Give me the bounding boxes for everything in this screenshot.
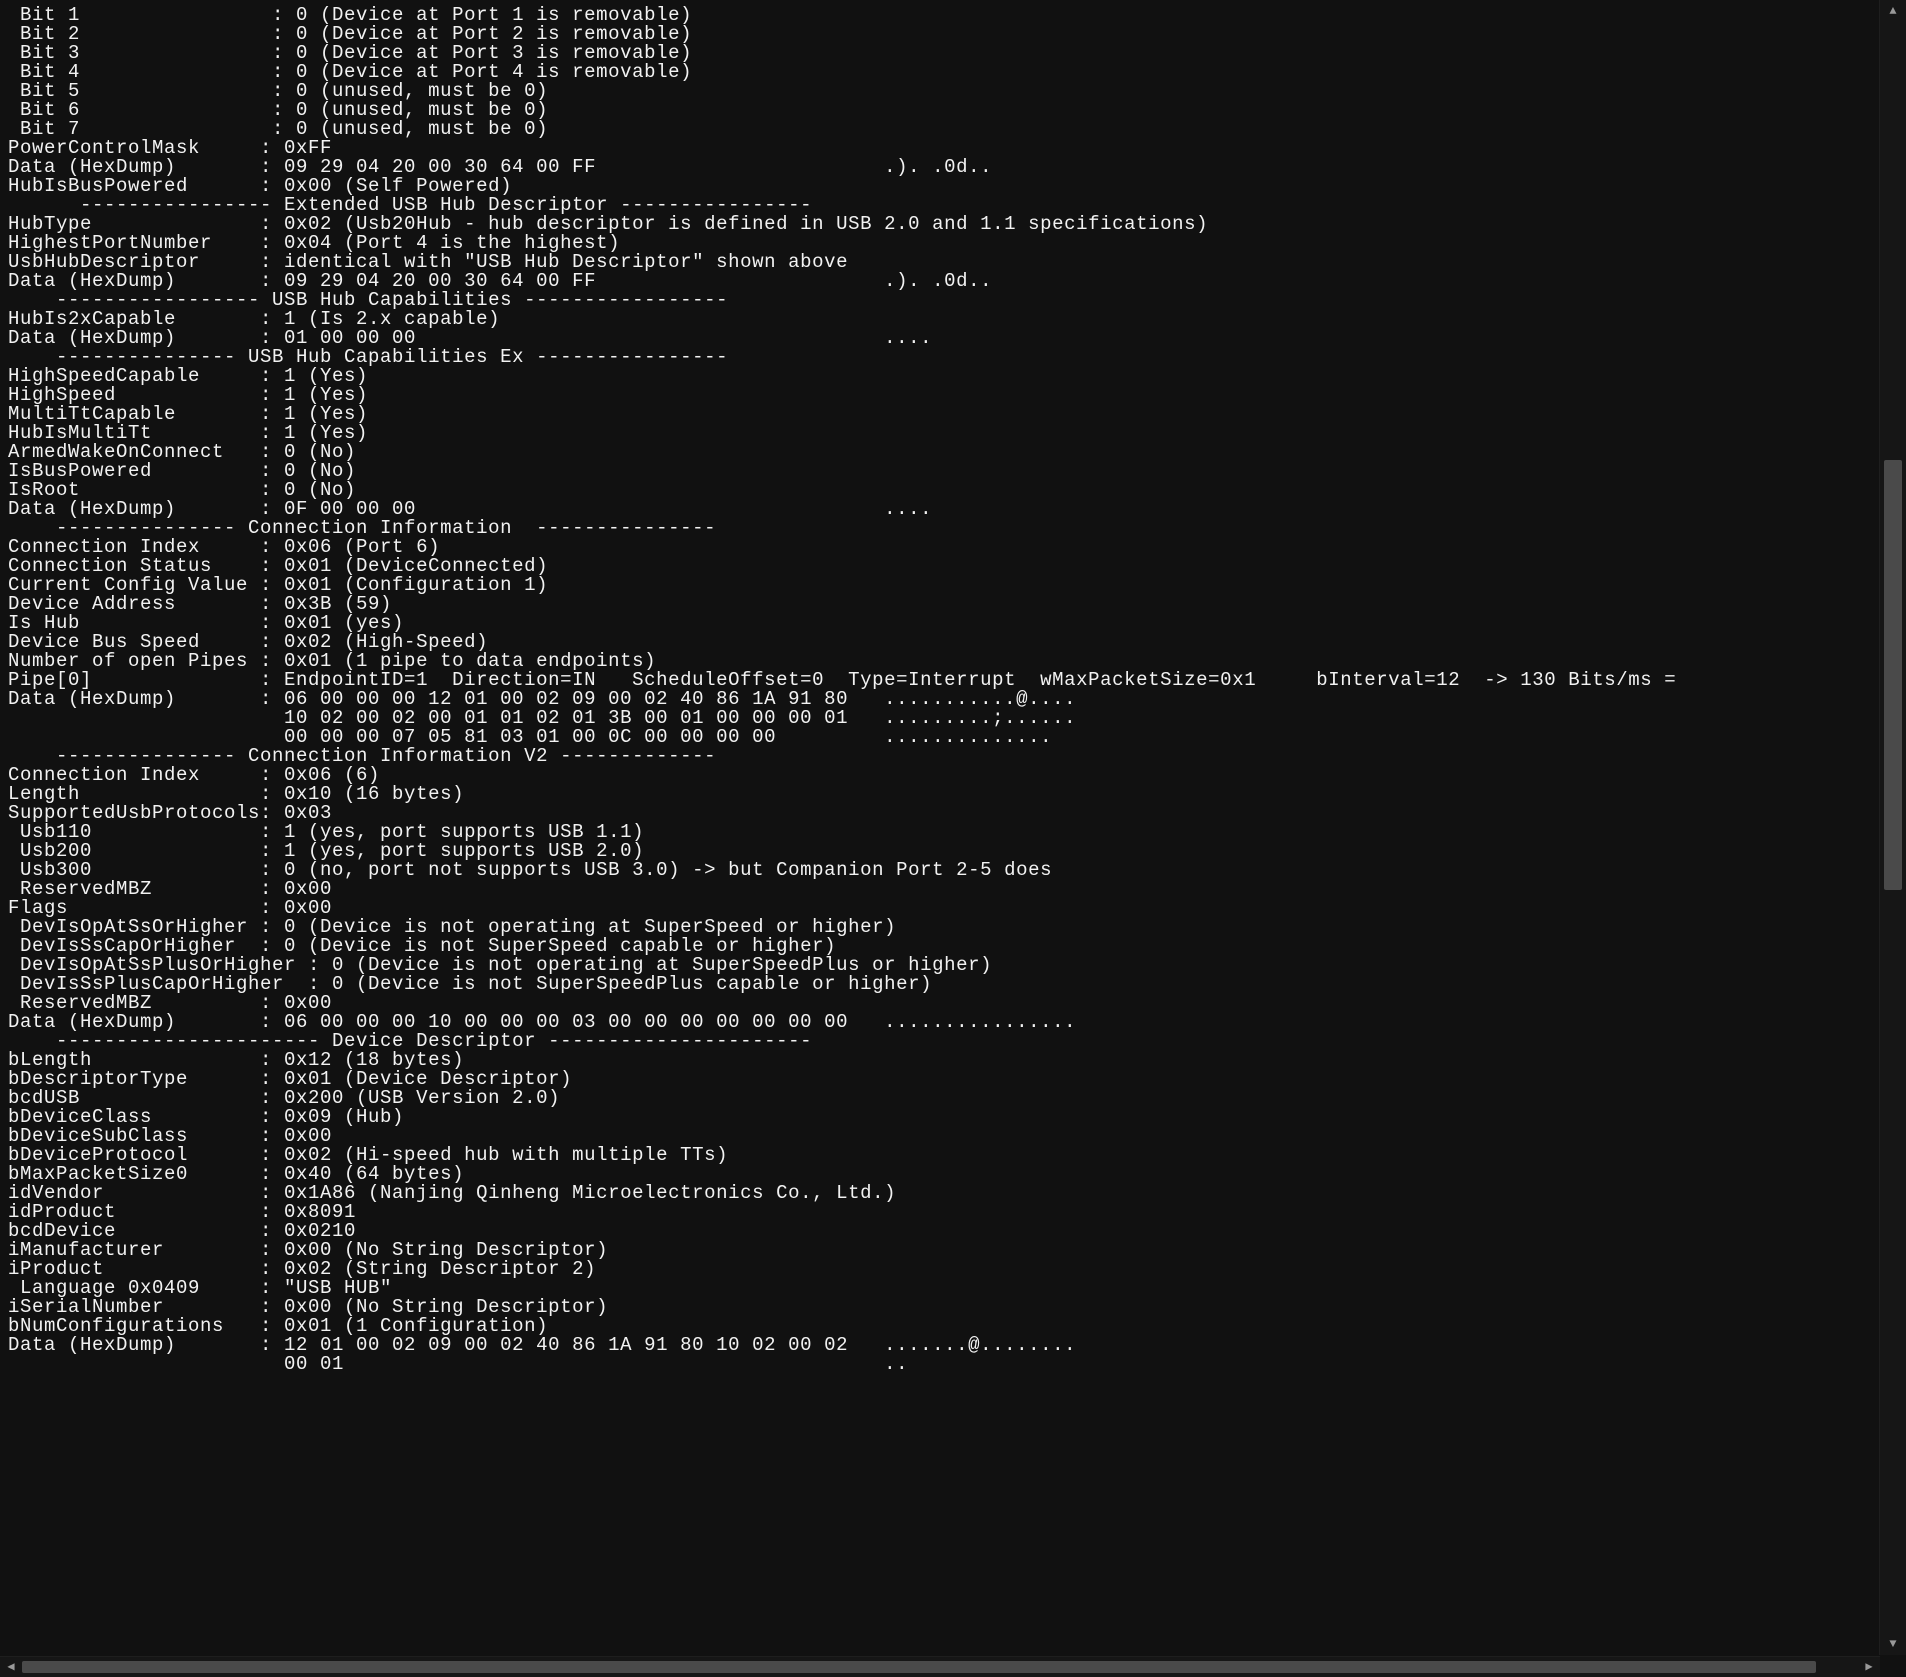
terminal-viewport: Bit 1 : 0 (Device at Port 1 is removable… [0, 0, 1906, 1677]
scroll-right-arrow-icon[interactable]: ▶ [1858, 1657, 1880, 1677]
scroll-up-arrow-icon[interactable]: ▲ [1880, 0, 1906, 22]
horizontal-scrollbar[interactable]: ◀ ▶ [0, 1656, 1880, 1677]
vertical-scrollbar[interactable]: ▲ ▼ [1879, 0, 1906, 1655]
text-output: Bit 1 : 0 (Device at Port 1 is removable… [0, 0, 1878, 1655]
vertical-scroll-thumb[interactable] [1884, 460, 1902, 890]
horizontal-scroll-thumb[interactable] [22, 1661, 1816, 1673]
scroll-left-arrow-icon[interactable]: ◀ [0, 1657, 22, 1677]
scroll-down-arrow-icon[interactable]: ▼ [1880, 1633, 1906, 1655]
output-line: 00 01 .. [8, 1355, 1870, 1374]
